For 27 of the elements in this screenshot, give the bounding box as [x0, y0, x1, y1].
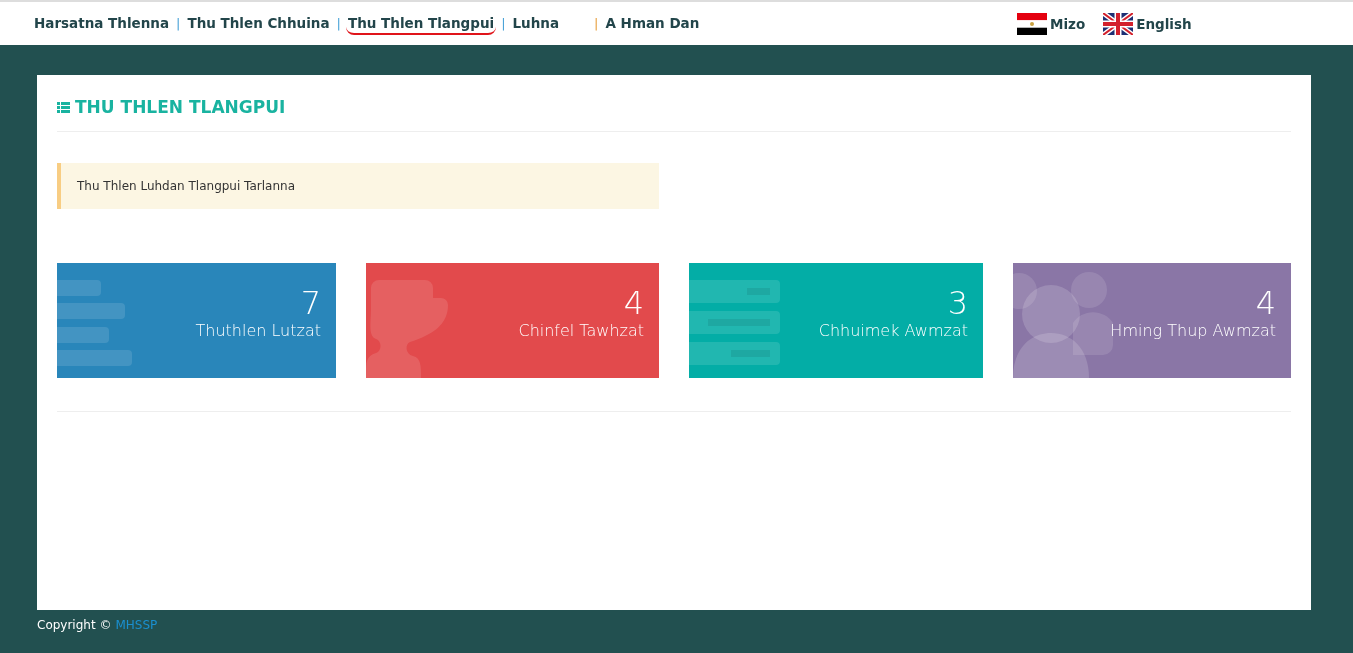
stat-label: Chinfel Tawhzat — [518, 320, 644, 340]
nav-separator: | — [501, 16, 506, 31]
language-label: Mizo — [1050, 15, 1086, 32]
nav-separator: | — [336, 16, 341, 31]
nav-link[interactable]: Luhna — [510, 12, 562, 35]
nav-link[interactable]: Thu Thlen Chhuina — [185, 12, 332, 35]
stat-label: Chhuimek Awmzat — [818, 320, 968, 340]
flag-icon — [1103, 12, 1134, 35]
nav-separator: | — [594, 16, 599, 31]
stat-label: Hming Thup Awmzat — [1110, 320, 1276, 340]
info-alert: Thu Thlen Luhdan Tlangpui Tarlanna — [57, 163, 659, 209]
page-title: THU THLEN TLANGPUI — [75, 97, 286, 117]
nav-link[interactable]: A Hman Dan — [603, 12, 702, 35]
stat-value: 4 — [623, 287, 644, 321]
nav-link[interactable]: Thu Thlen Tlangpui — [345, 12, 497, 35]
language-link[interactable]: Mizo — [1017, 12, 1086, 35]
language-label: English — [1136, 15, 1192, 32]
copyright-text: Copyright © — [37, 618, 112, 632]
flag-icon — [1017, 12, 1047, 35]
stat-value: 3 — [947, 287, 968, 321]
nav-link[interactable]: Harsatna Thlenna — [32, 12, 172, 35]
stat-value: 4 — [1255, 287, 1276, 321]
list-icon — [57, 101, 70, 113]
stat-label: Thuthlen Lutzat — [195, 320, 321, 340]
stat-value: 7 — [300, 287, 321, 321]
nav-separator: | — [176, 16, 181, 31]
language-link[interactable]: English — [1103, 12, 1192, 35]
